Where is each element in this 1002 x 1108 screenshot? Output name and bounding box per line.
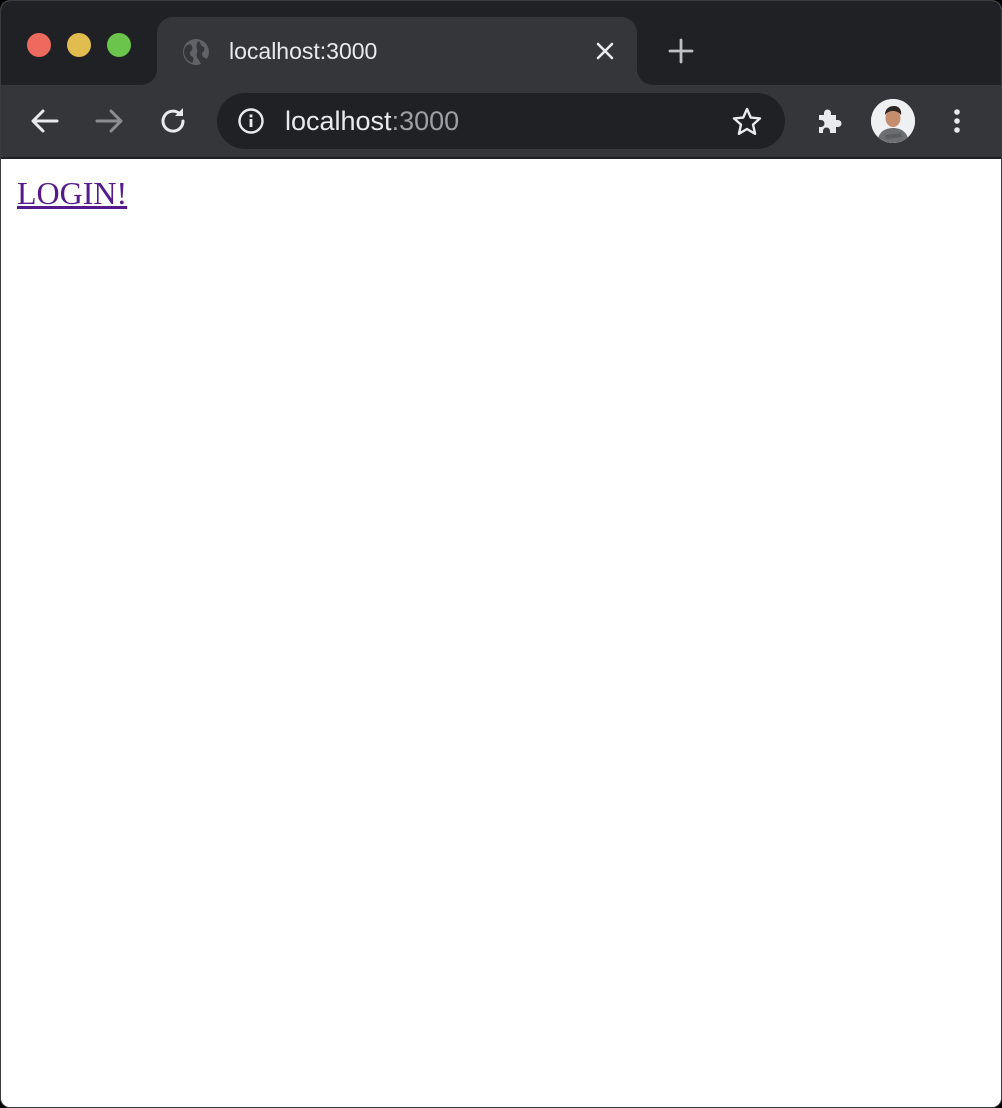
close-icon[interactable] [591,37,619,65]
reload-icon[interactable] [155,103,191,139]
address-url[interactable]: localhost:3000 [285,106,459,136]
page-content: LOGIN! [1,159,1001,1107]
arrow-left-icon[interactable] [27,103,63,139]
window-zoom-button[interactable] [107,33,131,57]
tab-strip: localhost:3000 [1,1,1001,85]
window-minimize-button[interactable] [67,33,91,57]
tab-active[interactable]: localhost:3000 [157,17,637,85]
tab-title: localhost:3000 [229,38,378,64]
star-icon[interactable] [731,106,763,138]
browser-window: localhost:3000 localhost:3000 LOGIN! [0,0,1002,1108]
address-bar[interactable]: localhost:3000 [217,93,785,149]
puzzle-icon[interactable] [811,103,847,139]
address-port: :3000 [391,106,460,136]
info-icon[interactable] [237,107,265,135]
profile-photo [871,99,915,143]
window-close-button[interactable] [27,33,51,57]
globe-icon [183,39,209,65]
arrow-right-icon[interactable] [91,103,127,139]
login-link[interactable]: LOGIN! [17,175,127,211]
new-tab-button[interactable] [665,35,697,67]
kebab-menu-icon[interactable] [939,103,975,139]
avatar[interactable] [871,99,915,143]
address-host: localhost [285,106,392,136]
toolbar: localhost:3000 [1,85,1001,159]
